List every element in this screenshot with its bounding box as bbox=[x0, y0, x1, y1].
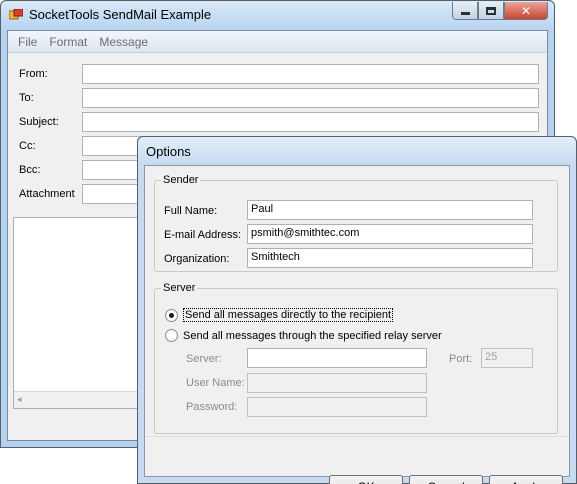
options-dialog: Options Sender Full Name: Paul E-mail Ad… bbox=[137, 136, 577, 484]
menu-file[interactable]: File bbox=[12, 35, 43, 49]
radio-direct[interactable]: Send all messages directly to the recipi… bbox=[165, 308, 394, 322]
options-titlebar[interactable]: Options bbox=[138, 137, 576, 165]
app-icon bbox=[9, 9, 23, 20]
radio-relay[interactable]: Send all messages through the specified … bbox=[165, 329, 442, 342]
attachment-label: Attachment bbox=[19, 188, 75, 200]
menubar: File Format Message bbox=[8, 31, 547, 53]
subject-label: Subject: bbox=[19, 116, 59, 128]
full-name-label: Full Name: bbox=[164, 205, 218, 217]
to-label: To: bbox=[19, 92, 34, 104]
username-label: User Name: bbox=[186, 377, 245, 389]
radio-relay-button[interactable] bbox=[165, 329, 178, 342]
caption-buttons: ✕ bbox=[452, 2, 548, 20]
full-name-input[interactable]: Paul bbox=[247, 200, 533, 220]
email-input[interactable]: psmith@smithtec.com bbox=[247, 224, 533, 244]
password-label: Password: bbox=[186, 401, 238, 413]
main-titlebar[interactable]: SocketTools SendMail Example ✕ bbox=[1, 1, 554, 30]
radio-direct-label[interactable]: Send all messages directly to the recipi… bbox=[183, 308, 394, 322]
from-input[interactable] bbox=[82, 64, 539, 84]
close-icon: ✕ bbox=[520, 3, 532, 18]
ok-button[interactable]: OK bbox=[329, 475, 403, 484]
menu-format[interactable]: Format bbox=[43, 35, 93, 49]
minimize-icon bbox=[460, 12, 470, 15]
maximize-icon bbox=[486, 6, 496, 15]
server-legend: Server bbox=[163, 282, 196, 294]
bcc-label: Bcc: bbox=[19, 164, 41, 176]
button-bar bbox=[145, 436, 569, 476]
to-input[interactable] bbox=[82, 88, 539, 108]
radio-relay-label[interactable]: Send all messages through the specified … bbox=[183, 330, 442, 342]
apply-button[interactable]: Apply bbox=[489, 475, 563, 484]
minimize-button[interactable] bbox=[452, 2, 478, 20]
email-label: E-mail Address: bbox=[164, 229, 242, 241]
maximize-button[interactable] bbox=[478, 2, 504, 20]
sender-legend: Sender bbox=[163, 174, 199, 186]
subject-input[interactable] bbox=[82, 112, 539, 132]
port-input[interactable]: 25 bbox=[481, 348, 533, 368]
username-input[interactable] bbox=[247, 373, 427, 393]
port-label: Port: bbox=[449, 353, 473, 365]
server-input[interactable] bbox=[247, 348, 427, 368]
cc-label: Cc: bbox=[19, 140, 36, 152]
options-client-area: Sender Full Name: Paul E-mail Address: p… bbox=[144, 165, 570, 484]
organization-input[interactable]: Smithtech bbox=[247, 248, 533, 268]
options-title: Options bbox=[146, 144, 191, 159]
scroll-left-icon[interactable]: ◂ bbox=[17, 394, 22, 405]
menu-message[interactable]: Message bbox=[93, 35, 154, 49]
radio-direct-button[interactable] bbox=[165, 308, 178, 322]
cancel-button[interactable]: Cancel bbox=[409, 475, 483, 484]
from-label: From: bbox=[19, 68, 48, 80]
organization-label: Organization: bbox=[164, 253, 230, 265]
main-window-title: SocketTools SendMail Example bbox=[29, 7, 212, 22]
close-button[interactable]: ✕ bbox=[504, 2, 548, 20]
password-input[interactable] bbox=[247, 397, 427, 417]
server-label: Server: bbox=[186, 353, 222, 365]
